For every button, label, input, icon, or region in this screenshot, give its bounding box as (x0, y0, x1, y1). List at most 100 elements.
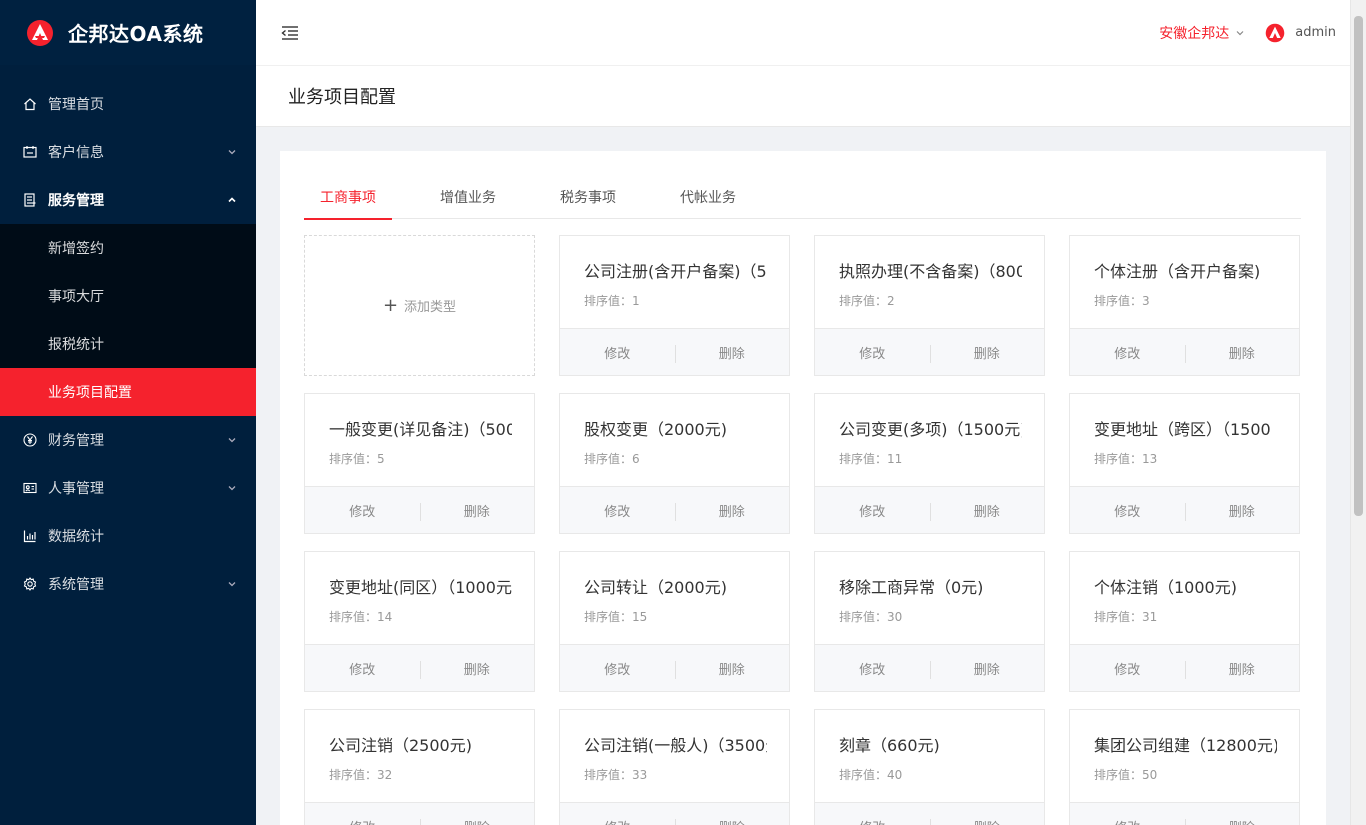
edit-button[interactable]: 修改 (1070, 343, 1185, 362)
page-scrollbar[interactable] (1350, 0, 1366, 825)
item-card-actions: 修改删除 (1070, 486, 1299, 533)
delete-button[interactable]: 删除 (1184, 659, 1300, 679)
edit-button[interactable]: 修改 (1070, 659, 1185, 678)
item-card: 执照办理(不含备案)（800 排序值：2 修改 删除 (814, 235, 1045, 376)
sidebar-menu: 管理首页 客户信息 服务管理 新增签约 事项大厅 报税统计 业务项目配置 财务管… (0, 65, 256, 608)
delete-button[interactable]: 删除 (929, 343, 1045, 363)
item-card-body: 刻章（660元) 排序值：40 (815, 710, 1044, 802)
sidebar-subitem-label: 业务项目配置 (48, 385, 132, 401)
item-card: 个体注册（含开户备案) 排序值：3 修改 删除 (1069, 235, 1300, 376)
sidebar-item-customers[interactable]: 客户信息 (0, 128, 256, 176)
chevron-down-icon (1235, 28, 1245, 38)
delete-button[interactable]: 删除 (674, 501, 790, 521)
item-card-actions: 修改删除 (305, 802, 534, 825)
sidebar-item-system[interactable]: 系统管理 (0, 560, 256, 608)
chevron-down-icon (226, 146, 238, 158)
item-card-body: 执照办理(不含备案)（800 排序值：2 (815, 236, 1044, 328)
delete-button[interactable]: 删除 (674, 817, 790, 825)
edit-button[interactable]: 修改 (815, 659, 930, 678)
item-card: 变更地址（跨区）（1500 排序值：13 修改 删除 (1069, 393, 1300, 534)
delete-button[interactable]: 删除 (1184, 501, 1300, 521)
add-type-button[interactable]: + 添加类型 (304, 235, 535, 376)
item-card-sort-value: 排序值：1 (584, 294, 640, 308)
edit-button[interactable]: 修改 (815, 817, 930, 825)
avatar (1265, 23, 1285, 43)
item-card-actions: 修改删除 (305, 486, 534, 533)
item-card-sort-value: 排序值：32 (329, 768, 393, 782)
item-card-title: 刻章（660元) (839, 736, 940, 755)
item-card-body: 变更地址（跨区）（1500 排序值：13 (1070, 394, 1299, 486)
item-card-title: 公司注册(含开户备案)（58 (584, 262, 767, 281)
item-card: 集团公司组建（12800元) 排序值：50 修改删除 (1069, 709, 1300, 825)
chevron-up-icon (226, 194, 238, 206)
sidebar-item-finance[interactable]: 财务管理 (0, 416, 256, 464)
edit-button[interactable]: 修改 (560, 343, 675, 362)
sidebar-item-home[interactable]: 管理首页 (0, 80, 256, 128)
bar-chart-icon (22, 528, 38, 544)
delete-button[interactable]: 删除 (419, 501, 535, 521)
item-card: 公司变更(多项)（1500元) 排序值：11 修改 删除 (814, 393, 1045, 534)
tab-business-affairs[interactable]: 工商事项 (304, 177, 392, 220)
edit-button[interactable]: 修改 (1070, 817, 1185, 825)
user-menu[interactable]: admin (1265, 23, 1336, 43)
item-card-actions: 修改删除 (560, 328, 789, 375)
sidebar-subitem-tax-stats[interactable]: 报税统计 (0, 320, 256, 368)
edit-button[interactable]: 修改 (1070, 501, 1185, 520)
sidebar: 企邦达OA系统 管理首页 客户信息 服务管理 新增签约 事项大厅 报税统计 业务… (0, 0, 256, 825)
edit-button[interactable]: 修改 (560, 817, 675, 825)
item-card-title: 变更地址（跨区）（1500 (1094, 420, 1271, 439)
brand[interactable]: 企邦达OA系统 (0, 0, 256, 65)
delete-button[interactable]: 删除 (929, 501, 1045, 521)
menu-fold-icon[interactable] (280, 23, 300, 43)
sidebar-item-data-stats[interactable]: 数据统计 (0, 512, 256, 560)
item-card: 公司注册(含开户备案)（58 排序值：1 修改 删除 (559, 235, 790, 376)
edit-button[interactable]: 修改 (815, 501, 930, 520)
item-card-title: 公司注销(一般人)（3500元 (584, 736, 767, 755)
header-right: 安徽企邦达 admin (1159, 23, 1336, 43)
username: admin (1295, 25, 1336, 40)
item-card-actions: 修改删除 (815, 802, 1044, 825)
delete-button[interactable]: 删除 (1184, 817, 1300, 825)
item-card-title: 股权变更（2000元) (584, 420, 727, 439)
delete-button[interactable]: 删除 (1184, 343, 1300, 363)
item-card: 一般变更(详见备注)（500 排序值：5 修改 删除 (304, 393, 535, 534)
edit-button[interactable]: 修改 (305, 659, 420, 678)
item-card: 移除工商异常（0元) 排序值：30 修改 删除 (814, 551, 1045, 692)
sidebar-subitem-new-contract[interactable]: 新增签约 (0, 224, 256, 272)
chevron-down-icon (226, 578, 238, 590)
tab-bookkeeping[interactable]: 代帐业务 (664, 177, 752, 219)
sidebar-subitem-business-config[interactable]: 业务项目配置 (0, 368, 256, 416)
item-card-body: 移除工商异常（0元) 排序值：30 (815, 552, 1044, 644)
item-card-sort-value: 排序值：40 (839, 768, 903, 782)
item-card-sort-value: 排序值：3 (1094, 294, 1150, 308)
company-switcher[interactable]: 安徽企邦达 (1159, 23, 1245, 43)
tab-tax-affairs[interactable]: 税务事项 (544, 177, 632, 219)
item-card-body: 股权变更（2000元) 排序值：6 (560, 394, 789, 486)
sidebar-subitem-task-hall[interactable]: 事项大厅 (0, 272, 256, 320)
edit-button[interactable]: 修改 (305, 501, 420, 520)
item-card-actions: 修改删除 (305, 644, 534, 691)
item-card-sort-value: 排序值：30 (839, 610, 903, 624)
brand-title: 企邦达OA系统 (68, 22, 204, 46)
delete-button[interactable]: 删除 (929, 659, 1045, 679)
delete-button[interactable]: 删除 (929, 817, 1045, 825)
delete-button[interactable]: 删除 (419, 817, 535, 825)
item-card-sort-value: 排序值：15 (584, 610, 648, 624)
scrollbar-thumb[interactable] (1354, 16, 1363, 516)
item-card-title: 变更地址(同区）（1000元 (329, 578, 512, 597)
item-card-actions: 修改删除 (1070, 328, 1299, 375)
id-card-icon (22, 144, 38, 160)
edit-button[interactable]: 修改 (560, 659, 675, 678)
edit-button[interactable]: 修改 (305, 817, 420, 825)
delete-button[interactable]: 删除 (419, 659, 535, 679)
delete-button[interactable]: 删除 (674, 343, 790, 363)
edit-button[interactable]: 修改 (815, 343, 930, 362)
delete-button[interactable]: 删除 (674, 659, 790, 679)
edit-button[interactable]: 修改 (560, 501, 675, 520)
sidebar-item-service[interactable]: 服务管理 (0, 176, 256, 224)
contact-card-icon (22, 480, 38, 496)
sidebar-item-hr[interactable]: 人事管理 (0, 464, 256, 512)
item-card-body: 一般变更(详见备注)（500 排序值：5 (305, 394, 534, 486)
tab-value-added[interactable]: 增值业务 (424, 177, 512, 219)
item-card-body: 变更地址(同区）（1000元 排序值：14 (305, 552, 534, 644)
